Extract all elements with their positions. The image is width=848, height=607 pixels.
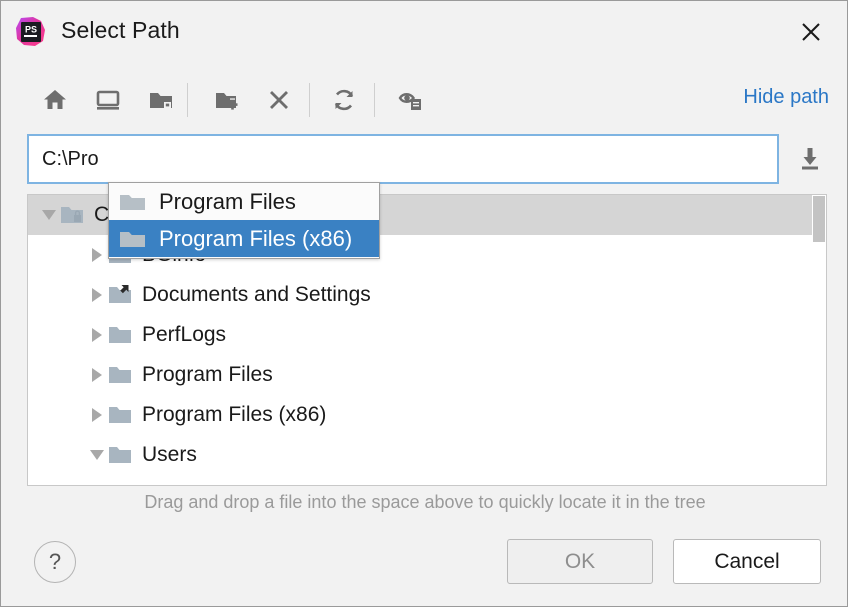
autocomplete-popup[interactable]: Program Files Program Files (x86) <box>108 182 380 259</box>
page-title: Select Path <box>61 17 180 44</box>
tree-row-label: PerfLogs <box>142 323 226 347</box>
tree-row[interactable] <box>28 475 826 486</box>
toolbar-separator <box>374 83 375 117</box>
tree-row[interactable]: Documents and Settings <box>28 275 826 315</box>
import-arrow-icon[interactable] <box>793 144 827 174</box>
drag-drop-hint: Drag and drop a file into the space abov… <box>1 492 848 513</box>
tree-scrollbar[interactable] <box>812 195 826 485</box>
title-bar: PS Select Path <box>1 1 848 63</box>
phpstorm-logo-icon: PS <box>14 15 48 49</box>
tree-scrollbar-thumb[interactable] <box>813 196 825 242</box>
show-hidden-button[interactable] <box>388 77 434 123</box>
new-folder-button[interactable] <box>204 77 250 123</box>
refresh-button[interactable] <box>321 77 367 123</box>
folder-icon <box>108 403 134 427</box>
folder-locked-icon <box>60 203 86 227</box>
home-button[interactable] <box>32 77 78 123</box>
delete-button[interactable] <box>256 77 302 123</box>
path-input-value: C:\Pro <box>29 148 99 171</box>
svg-text:PS: PS <box>25 25 37 35</box>
tree-twisty-down-icon[interactable] <box>38 204 60 226</box>
folder-icon <box>117 190 149 214</box>
folder-icon <box>108 363 134 387</box>
tree-twisty-right-icon[interactable] <box>86 324 108 346</box>
cancel-button[interactable]: Cancel <box>673 539 821 584</box>
tree-row[interactable]: Users <box>28 435 826 475</box>
tree-row[interactable]: PerfLogs <box>28 315 826 355</box>
tree-row[interactable]: Program Files (x86) <box>28 395 826 435</box>
close-icon[interactable] <box>793 14 829 50</box>
autocomplete-item-label: Program Files (x86) <box>159 226 352 252</box>
tree-twisty-down-icon[interactable] <box>86 444 108 466</box>
toolbar: Hide path <box>1 77 848 127</box>
tree-twisty-right-icon[interactable] <box>86 364 108 386</box>
tree-twisty-right-icon[interactable] <box>124 484 146 486</box>
path-input[interactable]: C:\Pro <box>27 134 779 184</box>
toolbar-separator <box>187 83 188 117</box>
tree-twisty-right-icon[interactable] <box>86 404 108 426</box>
project-folder-button[interactable] <box>138 77 184 123</box>
select-path-dialog: PS Select Path <box>0 0 848 607</box>
autocomplete-item-label: Program Files <box>159 189 296 215</box>
tree-row-label: Documents and Settings <box>142 283 371 307</box>
hide-path-link[interactable]: Hide path <box>743 86 829 109</box>
tree-row-label: Users <box>142 443 197 467</box>
ok-button[interactable]: OK <box>507 539 653 584</box>
folder-icon <box>117 227 149 251</box>
desktop-button[interactable] <box>85 77 131 123</box>
help-button[interactable]: ? <box>34 541 76 583</box>
tree-row[interactable]: Program Files <box>28 355 826 395</box>
tree-row-label: Program Files (x86) <box>142 403 326 427</box>
tree-row-label: Program Files <box>142 363 273 387</box>
folder-icon <box>108 443 134 467</box>
toolbar-separator <box>309 83 310 117</box>
autocomplete-item-selected[interactable]: Program Files (x86) <box>109 220 379 257</box>
folder-icon <box>108 323 134 347</box>
folder-icon <box>146 483 172 486</box>
autocomplete-item[interactable]: Program Files <box>109 183 379 220</box>
tree-twisty-right-icon[interactable] <box>86 244 108 266</box>
folder-link-icon <box>108 283 134 307</box>
path-row: C:\Pro <box>1 134 848 186</box>
tree-twisty-right-icon[interactable] <box>86 284 108 306</box>
